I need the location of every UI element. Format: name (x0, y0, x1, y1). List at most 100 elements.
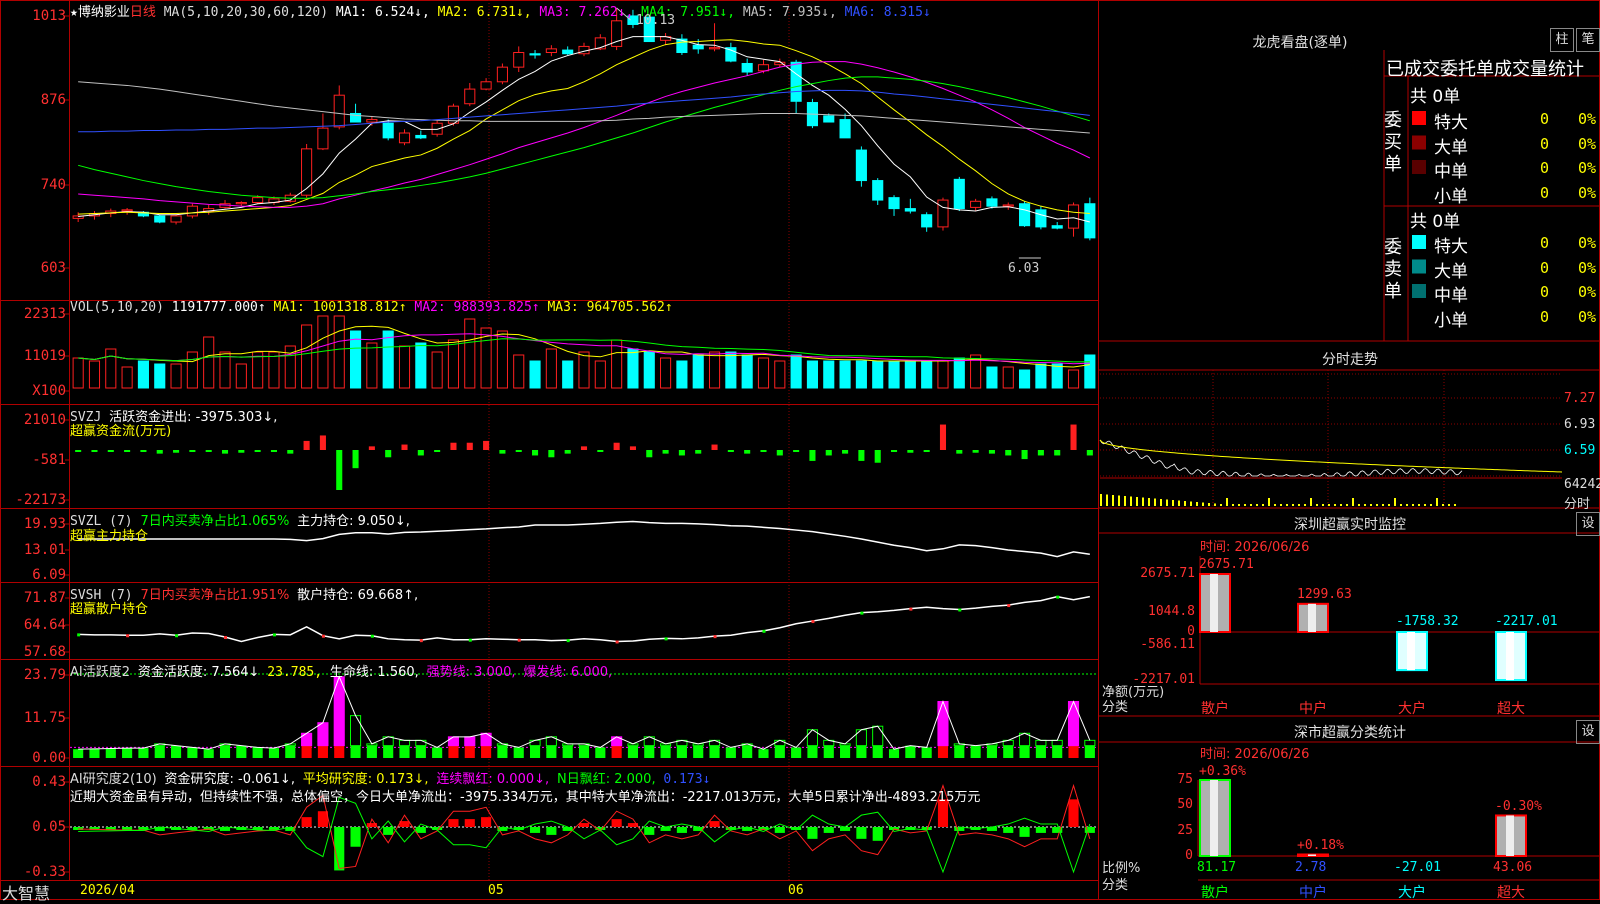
svzj-bar (711, 444, 718, 450)
minute-vol-bar (1346, 504, 1348, 506)
sc-bar-value: 81.17 (1197, 860, 1237, 875)
volume-bar (757, 357, 770, 389)
ai2-bar-base (138, 748, 149, 758)
sz-bar-shine-0 (1210, 574, 1218, 632)
minute-vol-bar (1142, 497, 1144, 506)
candle-body (366, 119, 378, 123)
sz-axis-label: 1044.8 (1148, 604, 1195, 619)
candle (1019, 201, 1031, 227)
ai2-bar-base (219, 745, 231, 758)
date-label-start: 2026/04 (80, 883, 135, 898)
favorite-star-icon[interactable]: ★ (70, 5, 78, 20)
candle (154, 214, 166, 224)
sz-bar-label: 1299.63 (1297, 586, 1352, 602)
volume-bar (301, 324, 313, 389)
ai3-extra: 0.173↓ (663, 772, 711, 787)
minute-vol-bar (1280, 504, 1282, 506)
ai2-bar-base (1003, 745, 1014, 758)
ai2-bar-base (758, 749, 769, 758)
minute-vol-bar (1340, 504, 1342, 506)
bar-mode-button[interactable]: 柱 (1550, 28, 1574, 52)
sz-bar-label: -2217.01 (1495, 614, 1558, 629)
buy-row-count: 0 (1540, 110, 1550, 128)
candle (170, 214, 182, 225)
svzj-bar (776, 450, 783, 456)
sell-row-name: 中单 (1434, 286, 1468, 306)
minute-vol-bar (1124, 496, 1126, 506)
minute-vol-bar (1250, 504, 1252, 506)
volume-bar (88, 360, 101, 389)
pen-mode-button[interactable]: 笔 (1576, 28, 1600, 52)
axis-label-vol: 22313 (23, 306, 66, 322)
ai2-bar-base (546, 745, 557, 758)
date-label-may: 05 (488, 883, 504, 898)
svzj-bar (368, 446, 375, 450)
candle (301, 143, 313, 198)
minute-vol-bar (1394, 498, 1396, 506)
ai2-strong: 强势线: 3.000, (426, 665, 516, 680)
ai2-bar-base (954, 745, 965, 758)
sz-bar-shine-2 (1407, 632, 1415, 671)
lhb-title: 龙虎看盘(逐单) (1252, 35, 1348, 51)
sc-bar-shine-3 (1506, 815, 1514, 856)
volume-bar (676, 360, 688, 389)
minute-vol-bar (1160, 499, 1162, 506)
svsh-dot (272, 633, 276, 637)
sc-cat-label: 大户 (1398, 885, 1426, 901)
minute-vol-bar (1262, 504, 1264, 506)
minute-vol-bar (1178, 500, 1180, 506)
ai3-bar (529, 827, 541, 833)
ma-value-5: MA5: 7.935↓, (735, 5, 837, 20)
buy-row-count: 0 (1540, 159, 1550, 177)
minute-vol-bar (1196, 502, 1198, 506)
ai2-bar-base (415, 745, 426, 758)
svzj-bar (254, 450, 261, 452)
sz-settings-button[interactable]: 设 (1576, 512, 1600, 536)
buy-swatch (1412, 135, 1426, 150)
volume-bar (692, 354, 704, 389)
minute-axis-unit: 分时 (1564, 497, 1591, 512)
volume-bar (1084, 354, 1096, 389)
candle-body (823, 115, 835, 123)
svzj-bar (1054, 450, 1061, 456)
svzj-bar (923, 450, 930, 452)
ai2-bar-base (693, 745, 704, 758)
volume-bar (447, 339, 460, 389)
ai2-bar-base (187, 747, 198, 758)
svzj-bar (1070, 424, 1077, 450)
sz-cat-label: 分类 (1102, 700, 1129, 715)
svzj-bar (1086, 450, 1093, 456)
candle (1051, 222, 1063, 230)
candle-body (888, 197, 900, 210)
svzj-bar (417, 450, 424, 456)
volume-bar (839, 360, 851, 389)
sz-cat-label: 大户 (1398, 701, 1426, 717)
volume-bar (1019, 369, 1031, 389)
ai2-bar-top (317, 722, 329, 747)
svzj-bar (842, 450, 849, 454)
minute-vol-bar (1226, 498, 1228, 506)
sc-settings-button[interactable]: 设 (1576, 720, 1600, 744)
sell-swatch (1412, 284, 1426, 298)
main-chart-canvas[interactable] (0, 0, 1600, 900)
candle (872, 178, 884, 205)
candle-body (496, 66, 508, 83)
minute-vol-bar (1106, 494, 1108, 506)
ma-line-ma3 (78, 61, 1091, 208)
candle (398, 129, 411, 146)
volume-bar (643, 351, 655, 389)
axis-label-ai3: -0.33 (23, 864, 66, 880)
minute-vol-bar (1358, 504, 1360, 506)
svzj-bar (972, 450, 979, 453)
svzj-bar (1005, 450, 1012, 456)
sell-row-count: 0 (1540, 234, 1550, 252)
axis-label-price: 603 (40, 260, 66, 276)
svzj-bar (173, 450, 180, 453)
candle-body (937, 199, 949, 228)
svzj-bar (75, 450, 82, 452)
ai2-bar-base (301, 745, 312, 758)
period-label[interactable]: 日线 (130, 5, 156, 20)
ma-line-ma5 (78, 81, 1090, 134)
sz-cat-label: 中户 (1299, 701, 1327, 717)
ai2-bar-base (921, 747, 932, 758)
